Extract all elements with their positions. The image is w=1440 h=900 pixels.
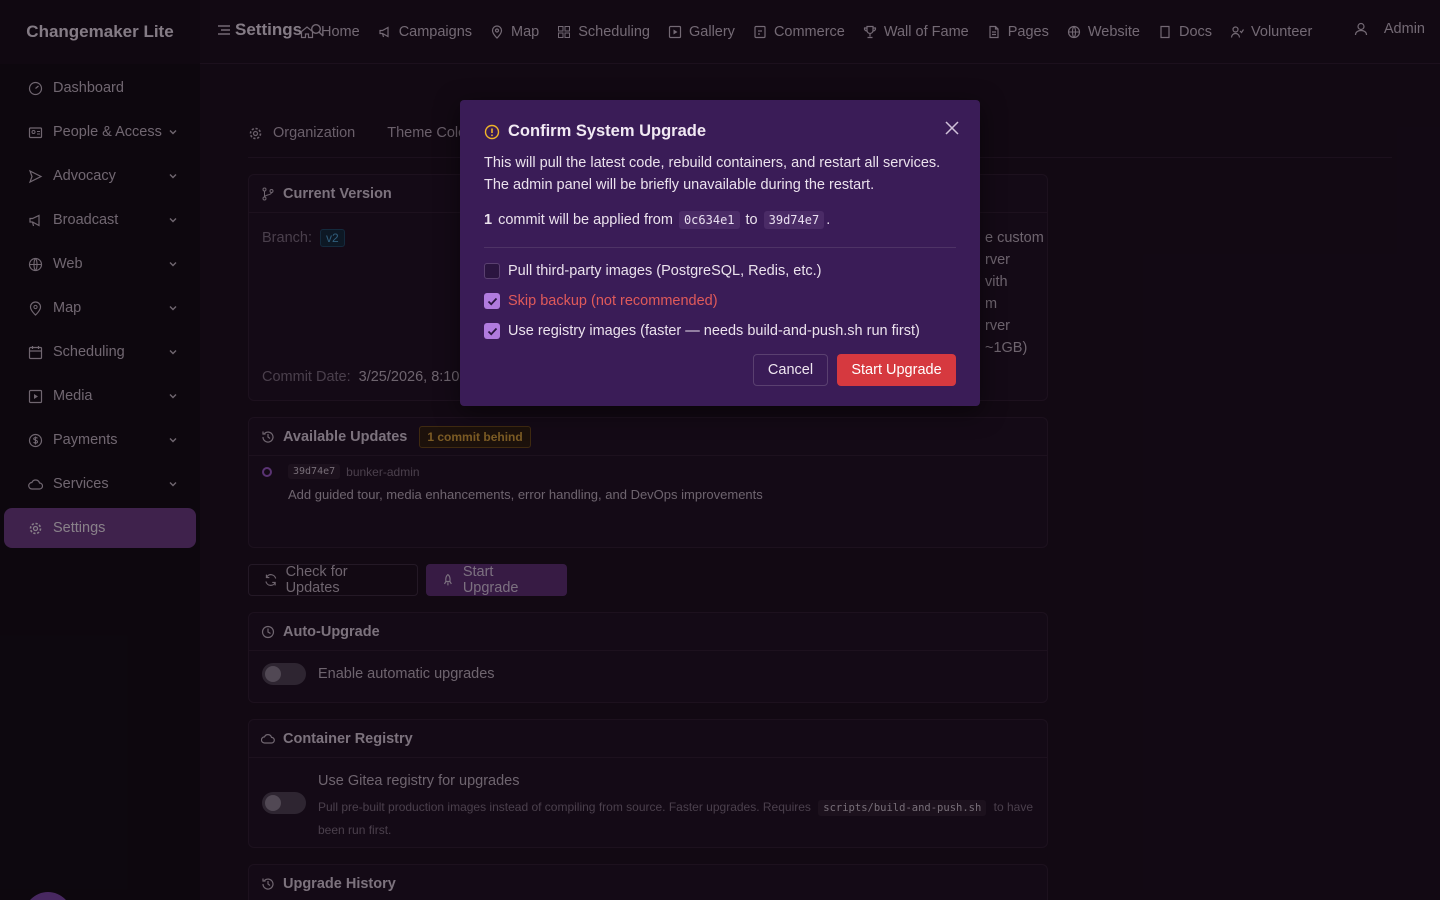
option-pull-third-party[interactable]: Pull third-party images (PostgreSQL, Red… <box>484 263 821 279</box>
cancel-button[interactable]: Cancel <box>753 354 828 386</box>
modal-header: Confirm System Upgrade <box>484 122 706 141</box>
divider <box>484 247 956 248</box>
check-icon <box>487 297 497 305</box>
option-skip-backup[interactable]: Skip backup (not recommended) <box>484 293 718 309</box>
checkbox[interactable] <box>484 263 500 279</box>
close-icon[interactable] <box>944 120 960 136</box>
commit-count: 1 <box>484 212 493 228</box>
to-hash: 39d74e7 <box>763 211 825 229</box>
confirm-upgrade-modal: Confirm System Upgrade This will pull th… <box>460 100 980 406</box>
modal-description: This will pull the latest code, rebuild … <box>484 155 941 193</box>
check-icon <box>487 327 497 335</box>
warning-circle-icon <box>484 124 500 139</box>
confirm-upgrade-button[interactable]: Start Upgrade <box>837 354 956 386</box>
checkbox[interactable] <box>484 293 500 309</box>
from-hash: 0c634e1 <box>678 211 740 229</box>
modal-title: Confirm System Upgrade <box>508 122 707 140</box>
option-use-registry[interactable]: Use registry images (faster — needs buil… <box>484 323 920 339</box>
commit-summary: 1 commit will be applied from 0c634e1 to… <box>484 211 831 229</box>
checkbox[interactable] <box>484 323 500 339</box>
